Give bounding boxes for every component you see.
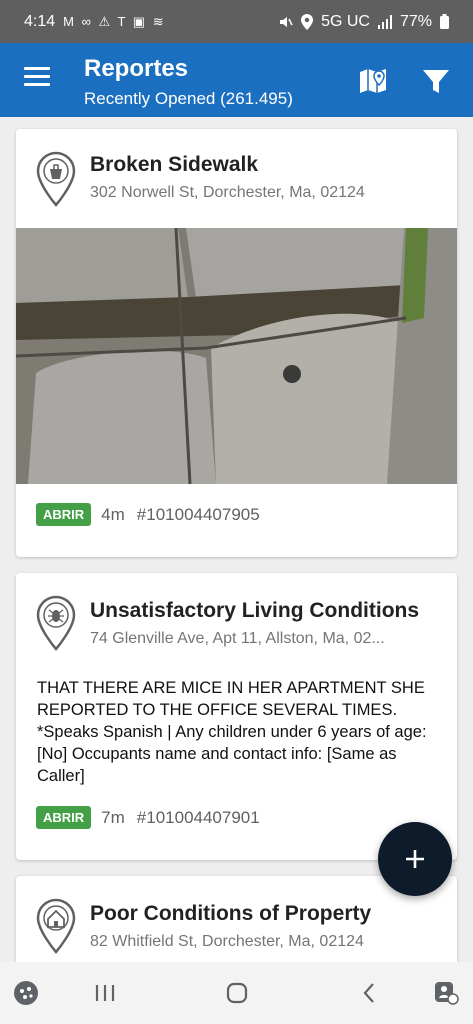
report-id: #101004407905 <box>136 504 260 524</box>
report-title: Broken Sidewalk <box>90 153 259 176</box>
assistant-button[interactable] <box>12 979 40 1007</box>
status-bar: 4:14 M ∞ ⚠ T ▣ ≋ 5G UC 77% <box>0 0 473 43</box>
trash-bin-pin-icon <box>36 151 76 207</box>
house-pin-icon <box>36 898 76 954</box>
status-badge: ABRIR <box>36 503 92 526</box>
report-card[interactable]: Unsatisfactory Living Conditions 74 Glen… <box>16 573 457 860</box>
map-pin-icon[interactable] <box>357 65 389 97</box>
back-button[interactable] <box>355 979 383 1007</box>
battery-icon <box>440 14 449 29</box>
report-age: 4m <box>101 504 125 524</box>
page-subtitle: Recently Opened (261.495) <box>84 89 293 108</box>
report-address: 302 Norwell St, Dorchester, Ma, 02124 <box>90 184 365 201</box>
report-age: 7m <box>101 807 125 827</box>
accessibility-button[interactable] <box>432 979 460 1007</box>
report-meta: ABRIR 7m #101004407901 <box>36 806 260 829</box>
system-navigation-bar <box>0 962 473 1024</box>
status-time: 4:14 <box>24 12 56 30</box>
bug-pin-icon <box>36 595 76 651</box>
add-report-button[interactable] <box>378 822 452 896</box>
notification-icons: M ∞ ⚠ T ▣ ≋ <box>63 13 166 29</box>
recent-apps-icon <box>95 985 115 1001</box>
page-title: Reportes <box>84 55 189 82</box>
menu-icon[interactable] <box>24 67 50 89</box>
report-photo[interactable] <box>16 228 457 484</box>
report-card[interactable]: Broken Sidewalk 302 Norwell St, Dorchest… <box>16 129 457 557</box>
report-meta: ABRIR 4m #101004407905 <box>36 503 260 526</box>
report-id: #101004407901 <box>136 807 260 827</box>
filter-icon[interactable] <box>421 67 451 97</box>
battery-label: 77% <box>399 12 432 30</box>
status-badge: ABRIR <box>36 806 92 829</box>
report-address: 74 Glenville Ave, Apt 11, Allston, Ma, 0… <box>90 630 385 647</box>
app-bar: Reportes Recently Opened (261.495) <box>0 43 473 117</box>
mute-icon <box>280 16 293 27</box>
recent-apps-button[interactable] <box>91 979 119 1007</box>
dots-circle-icon <box>14 981 38 1005</box>
back-icon <box>363 983 374 1003</box>
report-address: 82 Whitfield St, Dorchester, Ma, 02124 <box>90 933 364 950</box>
network-label: 5G UC <box>321 12 370 30</box>
home-button[interactable] <box>223 979 251 1007</box>
report-description: THAT THERE ARE MICE IN HER APARTMENT SHE… <box>37 679 427 785</box>
plus-icon <box>406 850 424 868</box>
home-icon <box>226 982 248 1004</box>
location-icon <box>301 13 314 30</box>
signal-icon <box>377 14 392 29</box>
accessibility-icon <box>435 982 459 1005</box>
report-title: Unsatisfactory Living Conditions <box>90 599 420 622</box>
report-title: Poor Conditions of Property <box>90 902 372 925</box>
